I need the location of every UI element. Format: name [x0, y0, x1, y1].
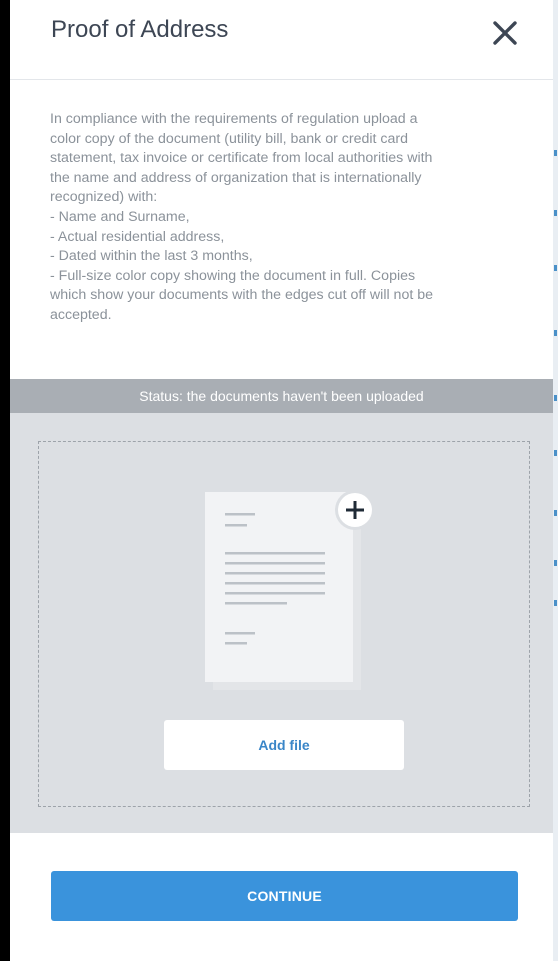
- requirements-line: the name and address of organization tha…: [50, 169, 422, 186]
- requirements-line: - Dated within the last 3 months,: [50, 248, 253, 265]
- upload-area: Add file: [10, 413, 553, 833]
- requirements-line: - Actual residential address,: [50, 228, 225, 245]
- background-page-edge: [553, 0, 558, 961]
- modal-title: Proof of Address: [51, 16, 229, 43]
- requirements-text: In compliance with the requirements of r…: [50, 110, 512, 326]
- requirements-line: accepted.: [50, 306, 112, 323]
- requirements-line: statement, tax invoice or certificate fr…: [50, 150, 433, 167]
- requirements-line: which show your documents with the edges…: [50, 287, 434, 304]
- file-dropzone[interactable]: Add file: [38, 441, 530, 807]
- plus-icon: [335, 490, 375, 530]
- close-button[interactable]: [488, 14, 522, 48]
- requirements-line: - Full-size color copy showing the docum…: [50, 267, 416, 284]
- modal-header: Proof of Address: [10, 0, 553, 80]
- requirements-line: recognized) with:: [50, 189, 158, 206]
- continue-button[interactable]: CONTINUE: [51, 871, 518, 921]
- close-icon: [493, 21, 517, 45]
- requirements-line: In compliance with the requirements of r…: [50, 111, 418, 127]
- add-file-button[interactable]: Add file: [164, 720, 404, 770]
- upload-status-bar: Status: the documents haven't been uploa…: [10, 379, 553, 413]
- proof-of-address-modal: Proof of Address In compliance with the …: [10, 0, 553, 961]
- requirements-line: - Name and Surname,: [50, 208, 190, 225]
- requirements-line: color copy of the document (utility bill…: [50, 130, 409, 147]
- document-icon: [205, 490, 375, 690]
